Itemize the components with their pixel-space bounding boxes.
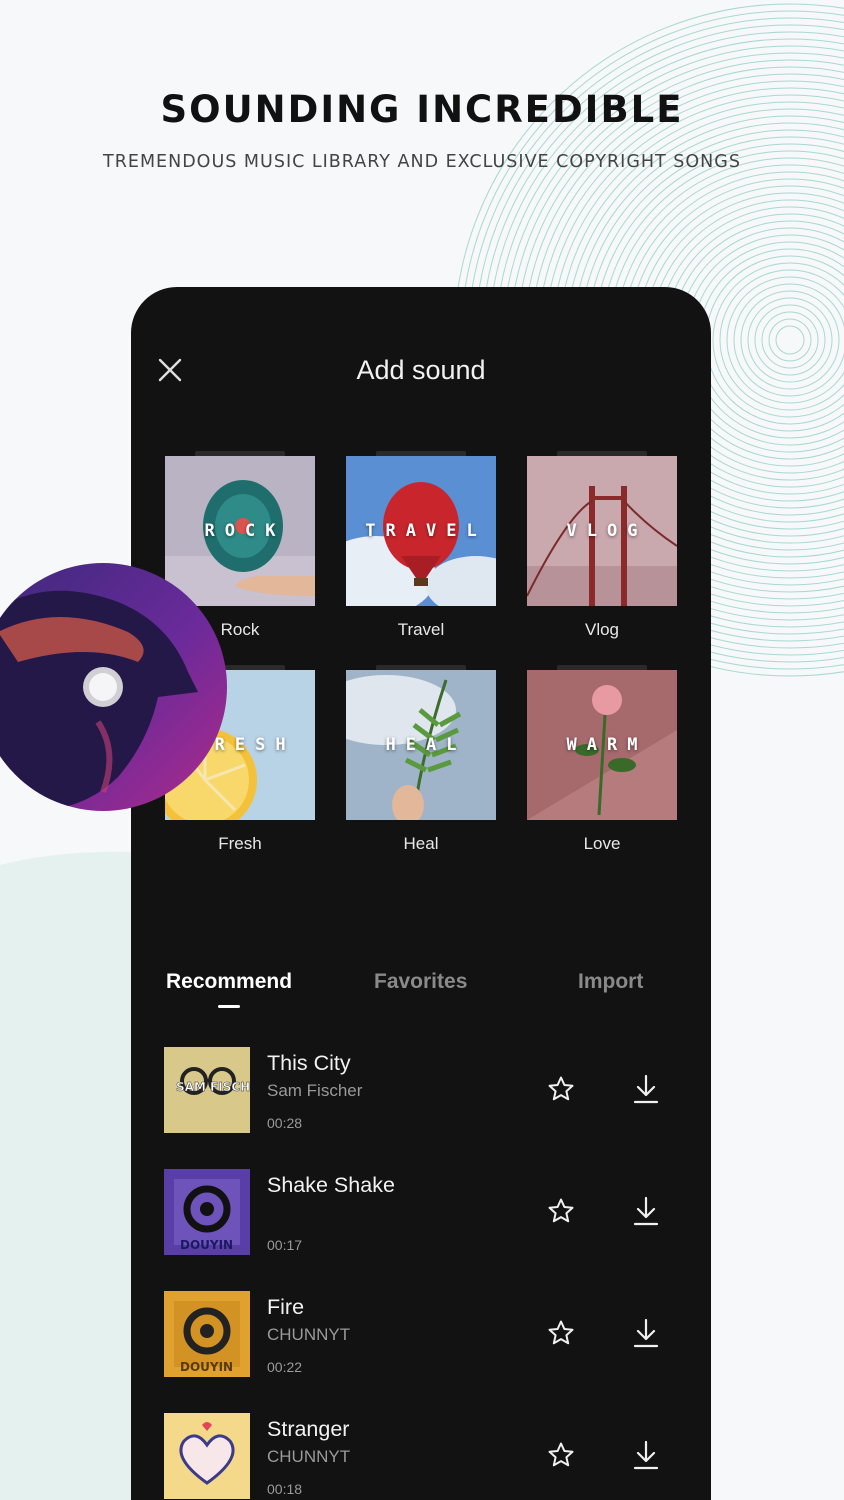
song-artist: Sam Fischer [267, 1081, 363, 1100]
tab-favorites[interactable]: Favorites [374, 970, 467, 994]
background-ring [754, 304, 826, 376]
song-cover-text: DOUYIN [180, 1360, 233, 1374]
category-cover: VLOG [527, 456, 677, 606]
song-cover: SAM FISCHER [164, 1047, 250, 1133]
category-cover-word: VLOG [566, 521, 648, 541]
song-cover: DOUYIN [164, 1291, 250, 1377]
download-icon[interactable] [633, 1318, 659, 1348]
background-ring [761, 311, 819, 369]
category-vlog[interactable]: VLOG Vlog [527, 451, 677, 640]
category-cover: TRAVEL [346, 456, 496, 606]
download-icon[interactable] [633, 1074, 659, 1104]
song-cover-text: SAM FISCHER [176, 1080, 250, 1094]
category-travel[interactable]: TRAVEL Travel [346, 451, 496, 640]
song-row[interactable]: Stranger CHUNNYT 00:18 [164, 1413, 684, 1500]
song-row[interactable]: SAM FISCHER This City Sam Fischer 00:28 [164, 1047, 684, 1135]
background-ring [712, 262, 844, 418]
background-ring [691, 241, 844, 439]
song-title: Shake Shake [267, 1173, 395, 1197]
screen-title: Add sound [356, 355, 486, 385]
star-icon[interactable] [547, 1319, 575, 1347]
background-ring [705, 255, 844, 425]
active-tab-indicator [218, 1005, 240, 1008]
background-ring [719, 269, 844, 411]
page-headline: SOUNDING INCREDIBLE [160, 88, 684, 131]
song-cover: DOUYIN [164, 1169, 250, 1255]
background-ring [698, 248, 844, 432]
page-subline: TREMENDOUS MUSIC LIBRARY AND EXCLUSIVE C… [103, 152, 741, 172]
category-cover: WARM [527, 670, 677, 820]
category-label: Fresh [218, 834, 262, 853]
song-duration: 00:18 [267, 1481, 303, 1497]
category-cover: HEAL [346, 670, 496, 820]
background-ring [747, 297, 833, 383]
star-icon[interactable] [547, 1075, 575, 1103]
star-icon[interactable] [547, 1197, 575, 1225]
song-duration: 00:22 [267, 1359, 303, 1375]
background-ring [775, 325, 805, 355]
song-artist: CHUNNYT [267, 1325, 351, 1344]
phone-screen: Add sound ROCK Rock TRAVEL Travel VLOG V… [131, 287, 711, 1500]
download-icon[interactable] [633, 1440, 659, 1470]
category-love[interactable]: WARM Love [527, 665, 677, 854]
song-row[interactable]: DOUYIN Fire CHUNNYT 00:22 [164, 1291, 684, 1379]
download-icon[interactable] [633, 1196, 659, 1226]
vinyl-disc-image [0, 563, 227, 811]
music-tabs: Recommend Favorites Import [131, 970, 711, 1010]
background-ring [733, 283, 844, 397]
category-heal[interactable]: HEAL Heal [346, 665, 496, 854]
background-ring [768, 318, 812, 362]
song-row[interactable]: DOUYIN Shake Shake 00:17 [164, 1169, 684, 1257]
song-cover-text: DOUYIN [180, 1238, 233, 1252]
star-icon[interactable] [547, 1441, 575, 1469]
category-cover-word: TRAVEL [365, 521, 487, 541]
background-ring [726, 276, 844, 404]
category-label: Heal [403, 834, 439, 853]
song-duration: 00:17 [267, 1237, 303, 1253]
background-ring [740, 290, 840, 390]
tab-recommend[interactable]: Recommend [166, 970, 292, 994]
song-title: Fire [267, 1295, 305, 1319]
category-label: Love [583, 834, 621, 853]
song-title: This City [267, 1051, 351, 1075]
tab-import[interactable]: Import [578, 970, 643, 994]
song-cover [164, 1413, 250, 1499]
category-cover-word: WARM [566, 735, 648, 755]
category-label: Vlog [584, 620, 620, 639]
song-title: Stranger [267, 1417, 350, 1441]
category-cover-word: HEAL [385, 735, 467, 755]
category-label: Travel [397, 620, 445, 639]
song-duration: 00:28 [267, 1115, 303, 1131]
song-artist: CHUNNYT [267, 1447, 351, 1466]
